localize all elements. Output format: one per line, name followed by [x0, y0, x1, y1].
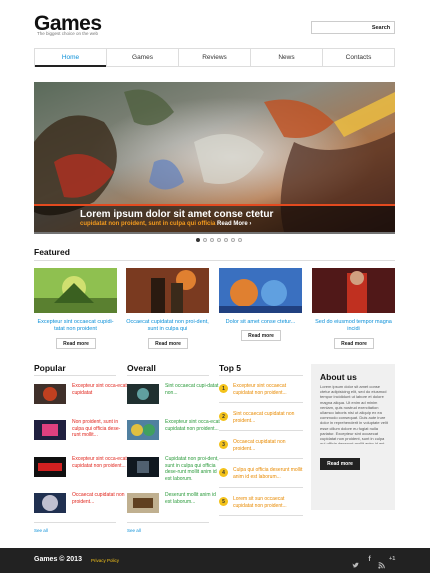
- divider: [219, 402, 303, 403]
- overall-thumb[interactable]: [127, 457, 159, 477]
- popular-thumb[interactable]: [34, 457, 66, 477]
- divider: [219, 375, 303, 376]
- divider: [127, 375, 209, 376]
- overall-item[interactable]: Sint occaecat cupi-datat non...: [165, 383, 220, 396]
- divider: [219, 458, 303, 459]
- featured-image[interactable]: [34, 268, 117, 313]
- slider-dot[interactable]: [203, 238, 207, 242]
- about-read-more-button[interactable]: Read more: [320, 458, 360, 470]
- popular-see-all-link[interactable]: See all: [34, 528, 48, 533]
- divider: [219, 430, 303, 431]
- top5-title: Top 5: [219, 363, 242, 373]
- rank-badge: 1: [219, 384, 228, 393]
- twitter-icon[interactable]: [352, 556, 359, 568]
- slider-dot[interactable]: [210, 238, 214, 242]
- nav-contacts[interactable]: Contacts: [322, 49, 394, 66]
- read-more-button[interactable]: Read more: [334, 338, 374, 349]
- search-button[interactable]: Search: [368, 21, 395, 34]
- slider-dot[interactable]: [238, 238, 242, 242]
- nav-games[interactable]: Games: [106, 49, 178, 66]
- hero-subtitle: cupidatat non proident, sunt in culpa qu…: [80, 221, 251, 227]
- top5-item[interactable]: Occaecat cupidatat non proident...: [233, 439, 303, 452]
- divider: [219, 515, 303, 516]
- nav-reviews[interactable]: Reviews: [178, 49, 250, 66]
- top5-item[interactable]: Culpa qui officia deserunt mollit anim i…: [233, 467, 303, 480]
- hero-subtitle-text: cupidatat non proident, sunt in culpa qu…: [80, 221, 216, 227]
- read-more-button[interactable]: Read more: [56, 338, 96, 349]
- featured-image[interactable]: [312, 268, 395, 313]
- overall-see-all-link[interactable]: See all: [127, 528, 141, 533]
- rank-badge: 5: [219, 497, 228, 506]
- overall-thumb[interactable]: [127, 420, 159, 440]
- slider-dot[interactable]: [217, 238, 221, 242]
- popular-item[interactable]: Occaecat cupidatat non proident...: [72, 492, 127, 505]
- read-more-button[interactable]: Read more: [148, 338, 188, 349]
- main-nav: Home Games Reviews News Contacts: [34, 48, 395, 67]
- featured-text[interactable]: Occaecat cupidatat non proi-dent, sunt i…: [126, 319, 209, 333]
- overall-item[interactable]: Excepteur sint occa-ecat cupidatat non p…: [165, 419, 220, 432]
- featured-text[interactable]: Sed do eiusmod tempor magna incidi: [312, 319, 395, 333]
- rank-badge: 4: [219, 468, 228, 477]
- rank-badge: 2: [219, 412, 228, 421]
- featured-image[interactable]: [219, 268, 302, 313]
- overall-thumb[interactable]: [127, 384, 159, 404]
- facebook-icon[interactable]: f: [366, 556, 373, 563]
- overall-title: Overall: [127, 363, 156, 373]
- divider: [34, 375, 116, 376]
- popular-thumb[interactable]: [34, 493, 66, 513]
- divider: [127, 522, 209, 523]
- popular-thumb[interactable]: [34, 420, 66, 440]
- overall-item[interactable]: Cupidatat non proi-dent, sunt in culpa q…: [165, 456, 220, 482]
- nav-home[interactable]: Home: [35, 49, 106, 67]
- divider: [34, 522, 116, 523]
- top5-item[interactable]: Lorem sit sun occaecat cupidatat non pro…: [233, 496, 303, 509]
- featured-title: Featured: [34, 247, 70, 257]
- featured-image[interactable]: [126, 268, 209, 313]
- read-more-button[interactable]: Read more: [241, 330, 281, 341]
- slider-dot[interactable]: [224, 238, 228, 242]
- about-title: About us: [320, 372, 357, 382]
- popular-thumb[interactable]: [34, 384, 66, 404]
- popular-item[interactable]: Excepteur sint occa-ecat cupidatat non p…: [72, 456, 127, 469]
- overall-item[interactable]: Deserunt mollit anim id est laborum...: [165, 492, 220, 505]
- site-tagline: The biggest choice on the web: [37, 31, 99, 36]
- footer-copyright: Games © 2013: [34, 556, 82, 563]
- popular-item[interactable]: Excepteur sint occa-ecat cupidatat: [72, 383, 127, 396]
- slider-dot[interactable]: [231, 238, 235, 242]
- google-plus-icon[interactable]: +1: [389, 556, 395, 562]
- nav-news[interactable]: News: [250, 49, 322, 66]
- popular-title: Popular: [34, 363, 66, 373]
- about-text: Lorem ipsum dolor sit amet conse ctetur …: [320, 384, 388, 444]
- slider-dot[interactable]: [196, 238, 200, 242]
- top5-item[interactable]: Sint occaecat cupidatat non proident...: [233, 411, 303, 424]
- privacy-policy-link[interactable]: Privacy Policy: [91, 558, 119, 563]
- featured-text[interactable]: Excepteur sint occaecat cupidi-tatat non…: [34, 319, 117, 333]
- divider: [34, 260, 395, 261]
- featured-text[interactable]: Dolor sit amet conse ctetur...: [219, 319, 302, 326]
- divider: [219, 487, 303, 488]
- popular-item[interactable]: Non proident, sunt in culpa qui officia …: [72, 419, 127, 439]
- rss-icon[interactable]: [378, 556, 385, 569]
- hero-read-more-link[interactable]: Read More ›: [217, 221, 251, 227]
- overall-thumb[interactable]: [127, 493, 159, 513]
- hero-title: Lorem ipsum dolor sit amet conse ctetur: [80, 209, 274, 220]
- top5-item[interactable]: Excepteur sint occaecat cupidatat non pr…: [233, 383, 303, 396]
- rank-badge: 3: [219, 440, 228, 449]
- slider-dots: [196, 238, 242, 242]
- search-input[interactable]: [311, 21, 369, 34]
